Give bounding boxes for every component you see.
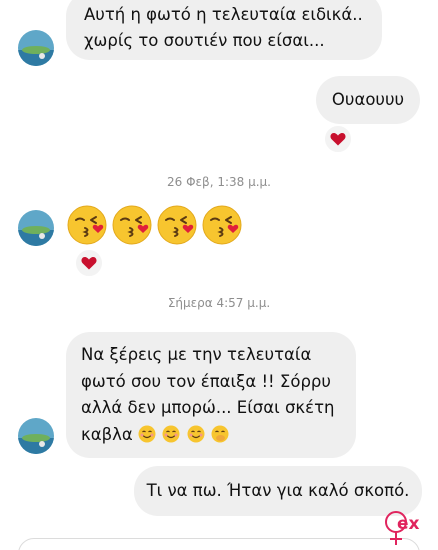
kissing-heart-emoji bbox=[112, 205, 152, 245]
message-text: Να ξέρεις με την τελευταία bbox=[81, 345, 312, 364]
watermark-text: ex bbox=[397, 514, 420, 534]
message-text: χωρίς το σουτιέν που είσαι... bbox=[84, 31, 325, 50]
message-bubble-incoming[interactable]: Αυτή η φωτό η τελευταία ειδικά.. χωρίς τ… bbox=[66, 0, 382, 60]
message-bubble-incoming[interactable]: Να ξέρεις με την τελευταία φωτό σου τον … bbox=[66, 332, 356, 458]
message-text: Αυτή η φωτό η τελευταία ειδικά.. bbox=[84, 5, 363, 24]
smiling-blush-emoji bbox=[138, 425, 156, 442]
smiling-blush-emoji bbox=[187, 425, 205, 442]
timestamp: Σήμερα 4:57 μ.μ. bbox=[167, 296, 271, 310]
message-text: Τι να πω. Ήταν για καλό σκοπό. bbox=[146, 481, 410, 500]
message-text: Ουαουυυ bbox=[331, 90, 405, 109]
kissing-heart-emoji bbox=[202, 205, 242, 245]
message-composer[interactable] bbox=[18, 538, 420, 550]
contact-avatar[interactable] bbox=[18, 210, 54, 246]
message-bubble-outgoing[interactable]: Τι να πω. Ήταν για καλό σκοπό. bbox=[134, 466, 422, 516]
contact-avatar[interactable] bbox=[18, 418, 54, 454]
chat-thread: Αυτή η φωτό η τελευταία ειδικά.. χωρίς τ… bbox=[0, 0, 438, 550]
heart-icon bbox=[81, 257, 97, 270]
message-text: φωτό σου τον έπαιξα !! Σόρρυ bbox=[81, 371, 331, 391]
reaction-badge[interactable] bbox=[323, 124, 353, 154]
message-bubble-outgoing[interactable]: Ουαουυυ bbox=[316, 76, 420, 124]
emoji-message[interactable] bbox=[66, 204, 243, 246]
kissing-heart-emoji bbox=[67, 205, 107, 245]
heart-icon bbox=[330, 133, 346, 146]
reaction-badge[interactable] bbox=[74, 248, 104, 278]
message-text: καβλα bbox=[81, 424, 133, 444]
message-text: αλλά δεν μπορώ... Είσαι σκέτη bbox=[81, 398, 335, 417]
kissing-heart-emoji bbox=[157, 205, 197, 245]
hand-over-mouth-emoji bbox=[211, 425, 229, 442]
contact-avatar[interactable] bbox=[18, 30, 54, 66]
watermark-logo: ex bbox=[385, 511, 420, 545]
smiling-blush-emoji bbox=[162, 425, 180, 442]
timestamp: 26 Φεβ, 1:38 μ.μ. bbox=[167, 175, 271, 189]
